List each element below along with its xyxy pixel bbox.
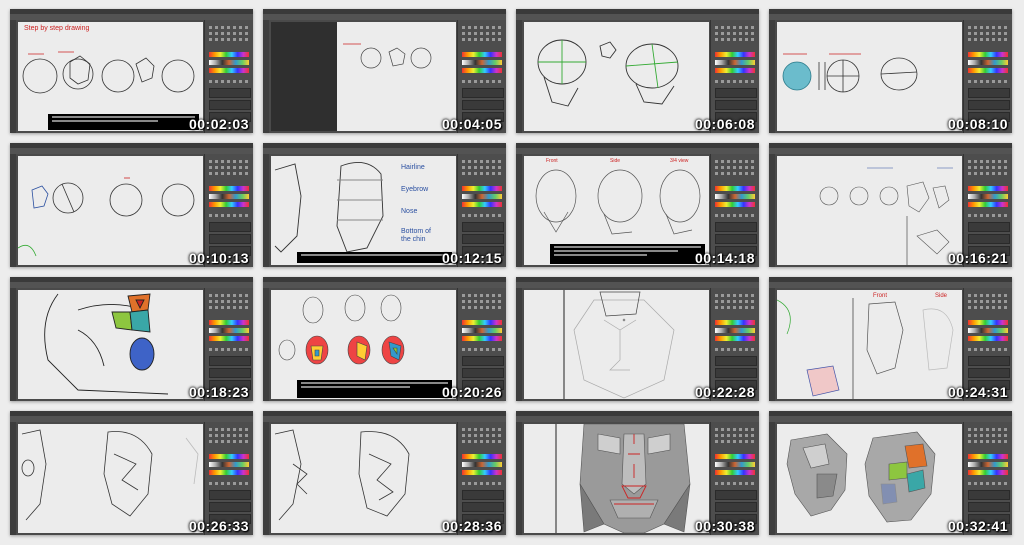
sketch-face-front bbox=[563, 290, 675, 399]
drawing-canvas bbox=[524, 290, 709, 399]
video-thumbnail-13[interactable]: 00:26:33 bbox=[10, 411, 253, 535]
timestamp-label: 00:18:23 bbox=[188, 384, 249, 400]
video-thumbnail-15[interactable]: 00:30:38 bbox=[516, 411, 759, 535]
video-thumbnail-8[interactable]: 00:16:21 bbox=[769, 143, 1012, 267]
tool-strip bbox=[516, 154, 522, 267]
tool-strip bbox=[769, 288, 775, 401]
tool-strip bbox=[263, 154, 269, 267]
timestamp-label: 00:26:33 bbox=[188, 518, 249, 534]
drawing-canvas: Front Side bbox=[777, 290, 962, 399]
timestamp-label: 00:28:36 bbox=[441, 518, 502, 534]
tool-strip bbox=[10, 288, 16, 401]
timestamp-label: 00:02:03 bbox=[188, 116, 249, 132]
drawing-canvas bbox=[524, 22, 709, 131]
drawing-canvas bbox=[524, 424, 709, 533]
drawing-canvas bbox=[18, 290, 203, 399]
timestamp-label: 00:30:38 bbox=[694, 518, 755, 534]
sketch-profiles bbox=[21, 429, 199, 521]
timestamp-label: 00:14:18 bbox=[694, 250, 755, 266]
video-thumbnail-16[interactable]: 00:32:41 bbox=[769, 411, 1012, 535]
sketch-head-structure bbox=[537, 39, 679, 107]
label-eyebrow: Eyebrow bbox=[401, 186, 429, 193]
tool-strip bbox=[263, 422, 269, 535]
video-thumbnail-1[interactable]: Step by step drawing 00:02:03 bbox=[10, 9, 253, 133]
label-hairline: Hairline bbox=[401, 164, 425, 171]
timestamp-label: 00:04:05 bbox=[441, 116, 502, 132]
tool-strip bbox=[516, 422, 522, 535]
video-thumbnail-2[interactable]: 00:04:05 bbox=[263, 9, 506, 133]
label-bottom-of: Bottom of bbox=[401, 228, 431, 235]
video-thumbnail-10[interactable]: 00:20:26 bbox=[263, 277, 506, 401]
video-thumbnail-6[interactable]: Hairline Eyebrow Nose Bottom of the chin… bbox=[263, 143, 506, 267]
timestamp-label: 00:10:13 bbox=[188, 250, 249, 266]
sketch-profiles bbox=[274, 429, 410, 521]
tool-strip bbox=[769, 20, 775, 133]
timestamp-label: 00:12:15 bbox=[441, 250, 502, 266]
video-thumbnail-5[interactable]: 00:10:13 bbox=[10, 143, 253, 267]
drawing-canvas: Step by step drawing bbox=[18, 22, 203, 131]
drawing-canvas: Hairline Eyebrow Nose Bottom of the chin bbox=[271, 156, 456, 265]
sketch-3d-head-front bbox=[555, 424, 691, 533]
tool-strip bbox=[10, 422, 16, 535]
timestamp-label: 00:20:26 bbox=[441, 384, 502, 400]
video-thumbnail-9[interactable]: 00:18:23 bbox=[10, 277, 253, 401]
timestamp-label: 00:24:31 bbox=[947, 384, 1008, 400]
tool-strip bbox=[263, 20, 269, 133]
sketch-heads-planes bbox=[777, 298, 954, 399]
tool-strip bbox=[769, 154, 775, 267]
label-nose: Nose bbox=[401, 208, 418, 215]
sketch-head-views bbox=[819, 167, 953, 265]
sketch-colored-planes bbox=[44, 293, 169, 395]
tool-strip bbox=[516, 20, 522, 133]
tool-strip bbox=[516, 288, 522, 401]
sketch-circles bbox=[343, 43, 432, 69]
sketch-3d-heads bbox=[786, 431, 936, 523]
tool-strip bbox=[10, 20, 16, 133]
sketch-circles bbox=[18, 177, 195, 257]
drawing-canvas bbox=[18, 156, 203, 265]
subtitle-bar bbox=[550, 244, 705, 264]
drawing-canvas bbox=[271, 22, 456, 131]
timestamp-label: 00:08:10 bbox=[947, 116, 1008, 132]
video-thumbnail-3[interactable]: 00:06:08 bbox=[516, 9, 759, 133]
video-thumbnail-7[interactable]: Front Side 3/4 view 00:14:18 bbox=[516, 143, 759, 267]
timestamp-label: 00:22:28 bbox=[694, 384, 755, 400]
tool-strip bbox=[769, 422, 775, 535]
sketch-head-proportions bbox=[274, 161, 384, 253]
video-thumbnail-11[interactable]: 00:22:28 bbox=[516, 277, 759, 401]
subtitle-bar bbox=[48, 114, 199, 130]
timestamp-label: 00:06:08 bbox=[694, 116, 755, 132]
video-thumbnail-4[interactable]: 00:08:10 bbox=[769, 9, 1012, 133]
subtitle-bar bbox=[297, 252, 452, 263]
drawing-canvas bbox=[777, 22, 962, 131]
video-thumbnail-14[interactable]: 00:28:36 bbox=[263, 411, 506, 535]
timestamp-label: 00:16:21 bbox=[947, 250, 1008, 266]
tool-strip bbox=[10, 154, 16, 267]
drawing-canvas bbox=[777, 424, 962, 533]
drawing-canvas bbox=[271, 290, 456, 399]
drawing-canvas bbox=[777, 156, 962, 265]
drawing-canvas: Front Side 3/4 view bbox=[524, 156, 709, 265]
sketch-spheres bbox=[782, 53, 918, 93]
subtitle-bar bbox=[297, 380, 452, 398]
tool-strip bbox=[263, 288, 269, 401]
drawing-canvas bbox=[18, 424, 203, 533]
label-the-chin: the chin bbox=[401, 236, 426, 243]
video-thumbnail-12[interactable]: Front Side 00:24:31 bbox=[769, 277, 1012, 401]
drawing-canvas bbox=[271, 424, 456, 533]
timestamp-label: 00:32:41 bbox=[947, 518, 1008, 534]
